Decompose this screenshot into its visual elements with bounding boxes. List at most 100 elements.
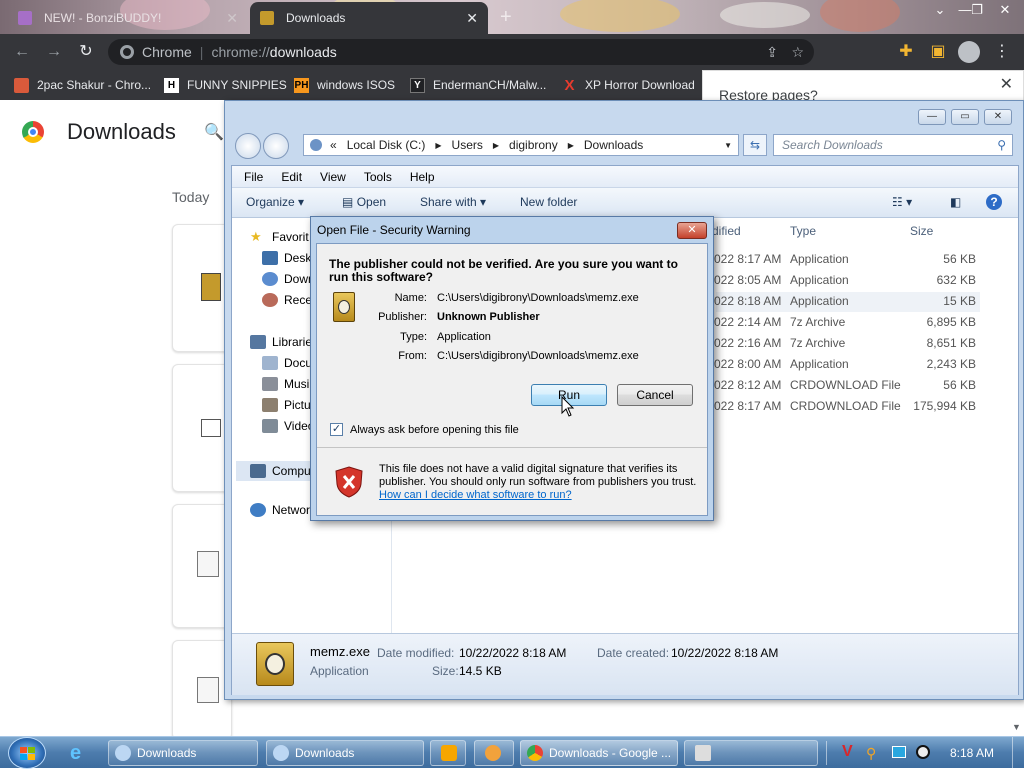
bookmark-funny-snippies[interactable]: H FUNNY SNIPPIES <box>164 76 287 94</box>
bookmark-endermanch[interactable]: Y EndermanCH/Malw... <box>410 76 546 94</box>
start-button[interactable] <box>8 737 46 769</box>
breadcrumb-separator-icon[interactable]: ▶ <box>435 141 441 150</box>
record-tray-icon[interactable] <box>916 745 930 759</box>
back-icon[interactable]: ← <box>12 42 32 62</box>
tab-downloads[interactable]: Downloads ✕ <box>250 2 488 34</box>
share-icon[interactable]: ⇪ <box>766 44 778 61</box>
nav-libraries[interactable]: Librarie <box>250 335 312 349</box>
scroll-down-icon[interactable]: ▼ <box>1012 722 1021 732</box>
search-downloads-input[interactable]: Search Downloads ⚲ <box>773 134 1013 156</box>
always-ask-label: Always ask before opening this file <box>350 424 519 436</box>
taskbar-media-player[interactable] <box>430 740 466 766</box>
name-value: C:\Users\digibrony\Downloads\memz.exe <box>437 292 639 304</box>
cell-date: 022 2:16 AM <box>714 336 782 350</box>
taskbar-paint[interactable] <box>474 740 514 766</box>
new-folder-button[interactable]: New folder <box>520 195 577 209</box>
column-date-modified[interactable]: dified <box>712 224 741 238</box>
menu-view[interactable]: View <box>320 170 346 184</box>
profile-avatar-icon[interactable] <box>958 41 980 63</box>
taskbar-item-chrome[interactable]: Downloads - Google ... <box>520 740 678 766</box>
taskbar-item-downloads[interactable]: Downloads <box>266 740 424 766</box>
show-desktop-button[interactable] <box>1012 737 1024 769</box>
breadcrumb-separator-icon[interactable]: ▶ <box>493 141 499 150</box>
file-icon <box>201 419 221 437</box>
more-menu-icon[interactable]: ⋮ <box>992 42 1012 62</box>
view-options-icon[interactable]: ☷ ▾ <box>892 195 912 209</box>
close-icon[interactable]: ✕ <box>1000 74 1013 94</box>
close-window-icon[interactable]: ✕ <box>990 0 1020 20</box>
column-size[interactable]: Size <box>910 224 933 238</box>
dialog-close-button[interactable]: ✕ <box>677 222 707 239</box>
open-button[interactable]: ▤ Open <box>342 195 386 209</box>
internet-explorer-icon[interactable]: e <box>70 742 81 765</box>
menu-file[interactable]: File <box>244 170 263 184</box>
display-tray-icon[interactable] <box>892 746 906 758</box>
forward-icon[interactable] <box>263 133 289 159</box>
address-bar[interactable]: Chrome | chrome:// downloads ⇪ ☆ <box>108 39 814 65</box>
download-favicon-icon <box>260 11 274 25</box>
cancel-button[interactable]: Cancel <box>617 384 693 406</box>
nav-favorites[interactable]: ★ Favorit <box>250 230 309 245</box>
menu-edit[interactable]: Edit <box>281 170 302 184</box>
minimize-icon[interactable]: — <box>918 109 946 125</box>
from-value: C:\Users\digibrony\Downloads\memz.exe <box>437 350 639 362</box>
organize-button[interactable]: Organize ▾ <box>246 195 304 209</box>
bookmark-windows-isos[interactable]: PH windows ISOS <box>294 76 395 94</box>
forward-icon[interactable]: → <box>44 42 64 62</box>
close-tab-icon[interactable]: ✕ <box>226 10 238 27</box>
breadcrumb-separator-icon[interactable]: ▶ <box>568 141 574 150</box>
column-type[interactable]: Type <box>790 224 816 238</box>
preview-pane-icon[interactable]: ◧ <box>950 195 961 209</box>
maximize-icon[interactable]: ▭ <box>951 109 979 125</box>
help-icon[interactable]: ? <box>986 194 1002 210</box>
bookmark-2pac[interactable]: 2pac Shakur - Chro... <box>14 76 151 94</box>
always-ask-checkbox[interactable]: ✓ <box>330 423 343 436</box>
nav-music[interactable]: Musi <box>262 377 309 391</box>
nav-pictures[interactable]: Pictu <box>262 398 311 412</box>
close-tab-icon[interactable]: ✕ <box>466 10 478 27</box>
search-icon[interactable]: ⚲ <box>997 135 1006 155</box>
nav-downloads[interactable]: Down <box>262 272 315 286</box>
help-link[interactable]: How can I decide what software to run? <box>379 489 572 501</box>
tab-label: Downloads <box>286 11 346 25</box>
clock[interactable]: 8:18 AM <box>950 746 994 760</box>
breadcrumb-downloads[interactable]: Downloads <box>584 138 643 152</box>
bookmark-star-icon[interactable]: ☆ <box>791 44 804 61</box>
reload-icon[interactable]: ↻ <box>76 42 96 62</box>
menu-help[interactable]: Help <box>410 170 435 184</box>
downloads-icon <box>262 272 278 286</box>
nav-desktop[interactable]: Deskt <box>262 251 315 265</box>
extensions-icon[interactable]: ✚ <box>896 42 916 62</box>
search-icon[interactable]: 🔍 <box>204 122 224 142</box>
details-date-modified: 10/22/2022 8:18 AM <box>459 646 567 660</box>
tray-divider <box>826 741 834 765</box>
taskbar-calculator[interactable] <box>684 740 818 766</box>
bookmark-xp-horror[interactable]: X XP Horror Download <box>562 76 694 94</box>
nav-documents[interactable]: Docu <box>262 356 312 370</box>
breadcrumb-overflow[interactable]: « <box>330 138 337 152</box>
search-tray-icon[interactable]: ⚲ <box>866 745 876 762</box>
side-panel-icon[interactable]: ▣ <box>928 42 948 62</box>
menu-tools[interactable]: Tools <box>364 170 392 184</box>
cell-type: 7z Archive <box>790 315 846 329</box>
cell-date: 022 8:17 AM <box>714 399 782 413</box>
explorer-address-bar[interactable]: « Local Disk (C:) ▶ Users ▶ digibrony ▶ … <box>303 134 739 156</box>
mouse-cursor-icon <box>561 396 575 418</box>
back-icon[interactable] <box>235 133 261 159</box>
new-tab-icon[interactable]: + <box>500 6 512 29</box>
tab-bonzibuddy[interactable]: NEW! - BonziBUDDY! ✕ <box>8 2 248 34</box>
taskbar-item-downloads[interactable]: Downloads <box>108 740 258 766</box>
breadcrumb-digibrony[interactable]: digibrony <box>509 138 558 152</box>
breadcrumb-local-disk[interactable]: Local Disk (C:) <box>347 138 426 152</box>
details-date-created-label: Date created: <box>597 646 670 660</box>
breadcrumb-users[interactable]: Users <box>452 138 483 152</box>
address-dropdown-icon[interactable]: ▼ <box>724 141 732 150</box>
details-pane: memz.exe Date modified: 10/22/2022 8:18 … <box>232 633 1018 695</box>
antivirus-tray-icon[interactable]: V <box>842 743 853 761</box>
nav-network[interactable]: Networ <box>250 503 310 517</box>
nav-videos[interactable]: Video <box>262 419 314 433</box>
refresh-icon[interactable]: ⇆ <box>743 134 767 156</box>
restore-window-icon[interactable]: ❐ <box>962 0 992 20</box>
close-window-icon[interactable]: ✕ <box>984 109 1012 125</box>
share-with-button[interactable]: Share with ▾ <box>420 195 486 209</box>
